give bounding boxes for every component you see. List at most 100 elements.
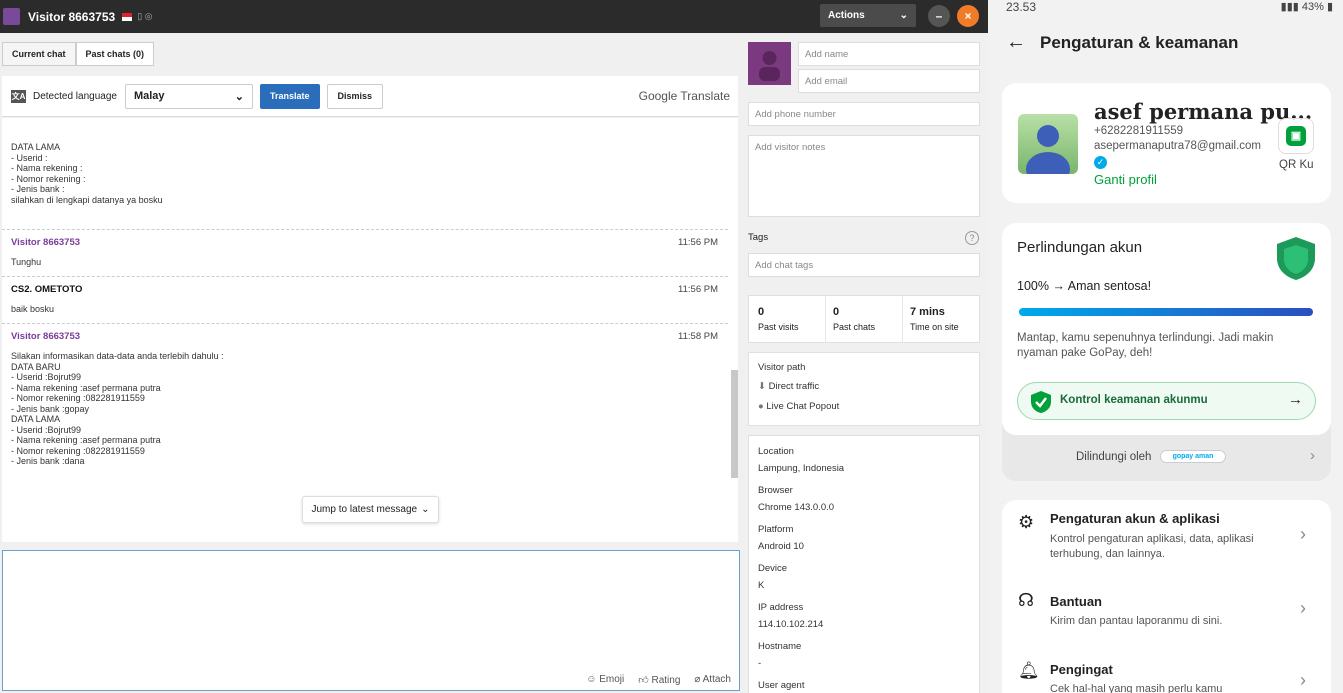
settings-item-reminder[interactable]: 🔔︎ Pengingat Cek hal-hal yang masih perl… — [1002, 654, 1331, 693]
minimize-button[interactable]: – — [928, 5, 950, 27]
message-line: - Nama rekening :asef permana putra — [11, 382, 161, 393]
shield-icon — [1277, 237, 1315, 280]
attach-label: Attach — [702, 674, 731, 685]
translate-bar: 文A Detected language Malay ⌄ Translate D… — [2, 76, 738, 117]
time-on-site-value: 7 mins — [910, 306, 945, 318]
gopay-aman-logo: gopay aman — [1160, 450, 1226, 463]
security-control-button[interactable]: Kontrol keamanan akunmu → — [1017, 382, 1316, 420]
tab-current-chat[interactable]: Current chat — [2, 42, 76, 66]
tags-field[interactable]: Add chat tags — [748, 253, 980, 277]
chevron-right-icon[interactable]: › — [1310, 447, 1315, 464]
message-line: - Nomor rekening : — [11, 173, 86, 184]
visitor-avatar-icon — [3, 8, 20, 25]
help-icon[interactable]: ? — [965, 231, 979, 245]
back-arrow-icon[interactable]: ← — [1006, 31, 1026, 54]
message-line: - Jenis bank :dana — [11, 456, 85, 466]
message-divider — [2, 323, 728, 324]
message-time: 11:56 PM — [678, 284, 718, 295]
ip-label: IP address — [758, 602, 804, 613]
message-line: Tunghu — [11, 257, 42, 267]
message-line: - Jenis bank : — [11, 184, 65, 194]
user-icon — [1026, 125, 1070, 174]
phone-field[interactable]: Add phone number — [748, 102, 980, 126]
device-label: Device — [758, 563, 788, 574]
dismiss-button[interactable]: Dismiss — [326, 83, 384, 109]
message-item: CS2. OMETOTO 11:56 PM baik bosku — [2, 284, 728, 315]
email-field[interactable]: Add email — [798, 69, 980, 93]
flag-icon — [122, 12, 133, 21]
thumb-icon: 👍︎ — [638, 675, 652, 686]
message-list[interactable]: DATA LAMA - Userid : - Nama rekening : -… — [2, 118, 738, 542]
jump-label: Jump to latest message — [311, 504, 418, 515]
profile-phone: +6282281911559 — [1094, 125, 1184, 137]
message-line: - Userid :Bojrut99 — [11, 424, 82, 435]
qr-label: QR Ku — [1279, 159, 1314, 171]
protection-title: Perlindungan akun — [1017, 239, 1143, 256]
message-line: - Nama rekening :asef permana putra — [11, 435, 161, 445]
message-line: - Nama rekening : — [11, 163, 83, 173]
message-line: Silakan informasikan data-data anda terl… — [11, 351, 224, 361]
past-chats-stat: 0 Past chats — [833, 306, 875, 332]
browser-label: Browser — [758, 485, 793, 496]
ip-value: 114.10.102.214 — [758, 619, 824, 630]
settings-item-desc: Kontrol pengaturan aplikasi, data, aplik… — [1050, 533, 1254, 560]
settings-item-title: Pengaturan akun & aplikasi — [1050, 511, 1220, 526]
rating-button[interactable]: 👍︎ Rating — [638, 674, 680, 686]
device-icon: ▯ ◎ — [137, 11, 153, 21]
detected-language-label: Detected language — [33, 90, 117, 102]
window-title: Visitor 8663753 — [28, 9, 116, 24]
device-value: K — [758, 580, 765, 591]
paperclip-icon: ⌀ — [694, 674, 703, 685]
attach-button[interactable]: ⌀ Attach — [694, 674, 731, 686]
close-button[interactable]: × — [957, 5, 979, 27]
message-time: 11:56 PM — [678, 237, 718, 248]
user-icon — [759, 51, 780, 81]
bell-icon: 🔔︎ — [1018, 661, 1040, 680]
qr-icon: ▣ — [1286, 126, 1306, 146]
message-line: - Jenis bank :gopay — [11, 403, 90, 414]
qr-button[interactable]: ▣ — [1278, 118, 1314, 154]
path-item: ⬇ Direct traffic — [758, 381, 819, 392]
chevron-down-icon: ⌄ — [899, 10, 908, 21]
chevron-right-icon: › — [1300, 524, 1306, 544]
visitor-avatar — [748, 42, 791, 85]
message-line: - Userid :Bojrut99 — [11, 372, 82, 382]
name-field[interactable]: Add name — [798, 42, 980, 66]
actions-label: Actions — [828, 10, 865, 21]
protection-status: 100% → Aman sentosa! — [1017, 279, 1152, 293]
platform-label: Platform — [758, 524, 794, 535]
jump-to-latest-button[interactable]: Jump to latest message ⌄ — [302, 496, 439, 523]
settings-list: ⚙ Pengaturan akun & aplikasi Kontrol pen… — [1002, 500, 1331, 693]
past-visits-value: 0 — [758, 306, 765, 318]
chevron-down-icon: ⌄ — [234, 90, 244, 103]
translate-icon: 文A — [11, 89, 26, 103]
message-item: Visitor 8663753 11:56 PM Tunghu — [2, 237, 728, 268]
arrow-down-icon: ⬇ — [758, 381, 769, 392]
chat-tabs: Current chat Past chats (0) — [2, 42, 155, 66]
emoji-button[interactable]: ☺ Emoji — [586, 674, 624, 686]
message-line: baik bosku — [11, 304, 55, 314]
message-input[interactable]: ☺ Emoji 👍︎ Rating ⌀ Attach — [2, 550, 740, 691]
translate-button[interactable]: Translate — [259, 83, 320, 109]
composer-tools: ☺ Emoji 👍︎ Rating ⌀ Attach — [586, 674, 731, 686]
message-time: 11:58 PM — [678, 331, 718, 342]
language-select[interactable]: Malay ⌄ — [124, 83, 253, 109]
battery-level: 43% — [1301, 1, 1324, 13]
message-divider — [2, 276, 728, 277]
settings-item-desc: Kirim dan pantau laporanmu di sini. — [1050, 615, 1223, 627]
user-agent-label: User agent — [758, 680, 805, 691]
page-title: Pengaturan & keamanan — [1040, 33, 1239, 52]
message-sender: Visitor 8663753 — [11, 331, 81, 342]
actions-dropdown[interactable]: Actions ⌄ — [820, 4, 916, 27]
title-bar: Visitor 8663753 ▯ ◎ Actions ⌄ – × — [0, 0, 988, 33]
settings-item-title: Bantuan — [1050, 594, 1102, 609]
chevron-right-icon: › — [1300, 670, 1306, 690]
tab-past-chats[interactable]: Past chats (0) — [75, 42, 155, 66]
scrollbar[interactable] — [731, 370, 738, 478]
message-line: - Userid : — [11, 152, 48, 163]
notes-field[interactable]: Add visitor notes — [748, 135, 980, 217]
edit-profile-link[interactable]: Ganti profil — [1094, 172, 1157, 187]
path-item: ● Live Chat Popout — [758, 401, 839, 412]
settings-item-account[interactable]: ⚙ Pengaturan akun & aplikasi Kontrol pen… — [1002, 500, 1331, 580]
settings-item-help[interactable]: ☊ Bantuan Kirim dan pantau laporanmu di … — [1002, 584, 1331, 644]
